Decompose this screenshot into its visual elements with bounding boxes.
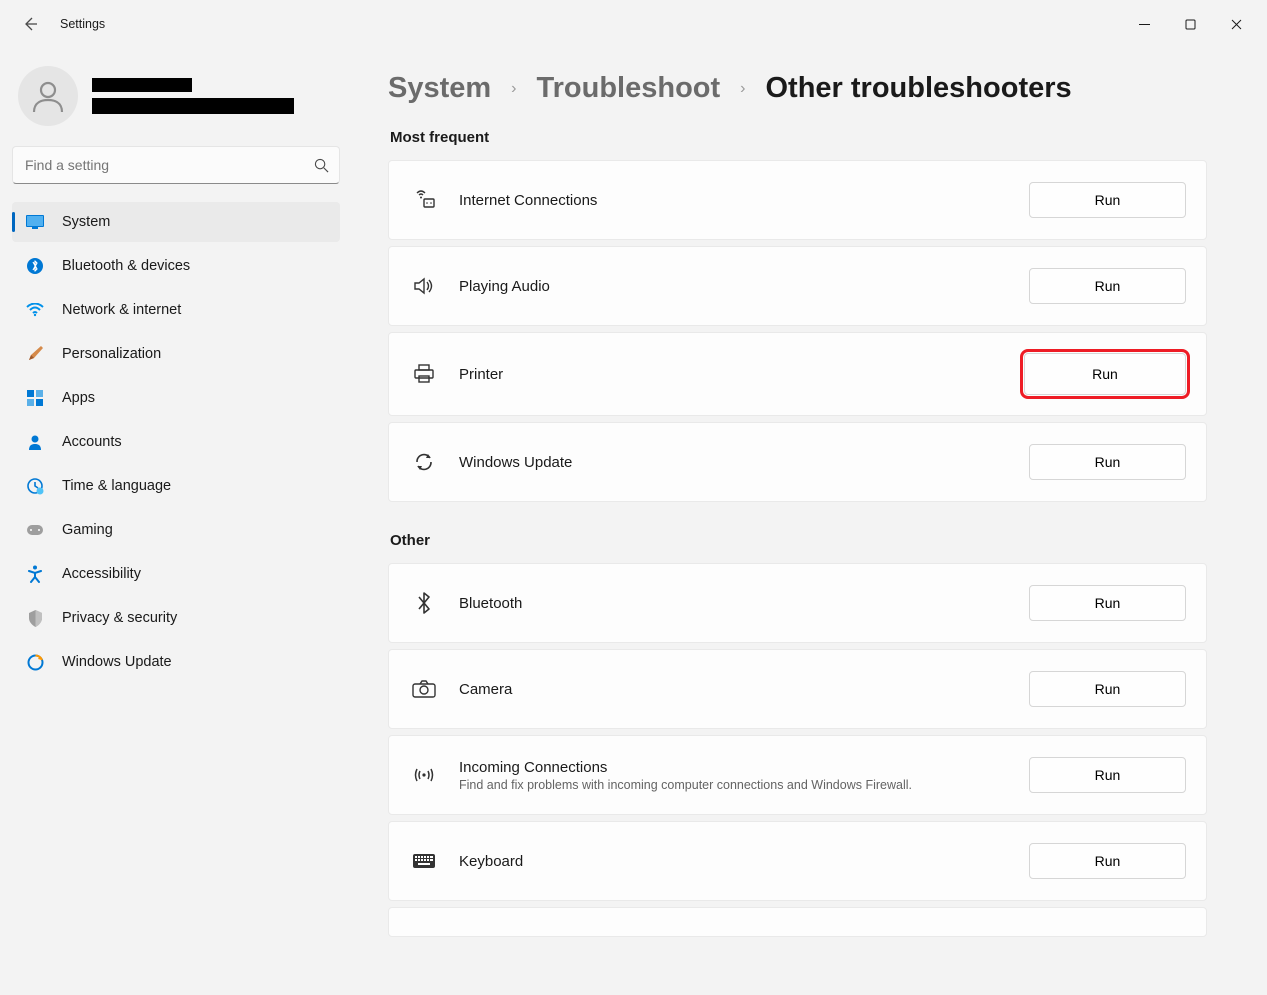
maximize-button[interactable] — [1167, 8, 1213, 40]
display-icon — [26, 213, 44, 231]
nav-label: Privacy & security — [62, 610, 177, 626]
troubleshooter-camera: Camera Run — [388, 649, 1207, 729]
crumb-troubleshoot[interactable]: Troubleshoot — [537, 72, 721, 105]
nav-label: Personalization — [62, 346, 161, 362]
troubleshooter-incoming-connections: Incoming Connections Find and fix proble… — [388, 735, 1207, 815]
nav-label: Accounts — [62, 434, 122, 450]
run-button-camera[interactable]: Run — [1029, 671, 1186, 707]
card-label: Printer — [459, 366, 1024, 383]
troubleshooter-bluetooth: Bluetooth Run — [388, 563, 1207, 643]
profile-text — [92, 78, 294, 114]
search-input[interactable] — [25, 157, 314, 173]
troubleshooter-printer: Printer Run — [388, 332, 1207, 416]
run-button-internet[interactable]: Run — [1029, 182, 1186, 218]
gamepad-icon — [26, 521, 44, 539]
update-icon — [26, 653, 44, 671]
nav-label: Network & internet — [62, 302, 181, 318]
close-button[interactable] — [1213, 8, 1259, 40]
profile[interactable] — [12, 62, 340, 146]
troubleshooter-keyboard: Keyboard Run — [388, 821, 1207, 901]
sync-icon — [409, 452, 439, 472]
paintbrush-icon — [26, 345, 44, 363]
nav-label: Bluetooth & devices — [62, 258, 190, 274]
network-icon — [409, 190, 439, 210]
run-button-windows-update[interactable]: Run — [1029, 444, 1186, 480]
bluetooth-icon — [26, 257, 44, 275]
troubleshooter-internet: Internet Connections Run — [388, 160, 1207, 240]
clock-globe-icon — [26, 477, 44, 495]
nav-time-language[interactable]: Time & language — [12, 466, 340, 506]
nav-windows-update[interactable]: Windows Update — [12, 642, 340, 682]
bluetooth-icon — [409, 592, 439, 614]
titlebar: Settings — [0, 0, 1267, 48]
apps-icon — [26, 389, 44, 407]
window-controls — [1121, 8, 1259, 40]
nav-label: Time & language — [62, 478, 171, 494]
card-label: Camera — [459, 681, 1029, 698]
nav-accounts[interactable]: Accounts — [12, 422, 340, 462]
nav-apps[interactable]: Apps — [12, 378, 340, 418]
run-button-printer[interactable]: Run — [1024, 353, 1186, 395]
card-sub: Find and fix problems with incoming comp… — [459, 778, 1029, 792]
run-button-audio[interactable]: Run — [1029, 268, 1186, 304]
nav-label: Gaming — [62, 522, 113, 538]
back-button[interactable] — [14, 8, 46, 40]
chevron-right-icon: › — [740, 80, 745, 98]
card-label: Playing Audio — [459, 278, 1029, 295]
camera-icon — [409, 680, 439, 698]
troubleshooter-audio: Playing Audio Run — [388, 246, 1207, 326]
run-button-bluetooth[interactable]: Run — [1029, 585, 1186, 621]
sidebar: System Bluetooth & devices Network & int… — [0, 48, 352, 995]
nav-accessibility[interactable]: Accessibility — [12, 554, 340, 594]
run-button-keyboard[interactable]: Run — [1029, 843, 1186, 879]
nav-label: Windows Update — [62, 654, 172, 670]
nav-label: Apps — [62, 390, 95, 406]
wifi-icon — [26, 301, 44, 319]
antenna-icon — [409, 765, 439, 785]
nav-personalization[interactable]: Personalization — [12, 334, 340, 374]
printer-icon — [409, 364, 439, 384]
person-icon — [26, 433, 44, 451]
minimize-button[interactable] — [1121, 8, 1167, 40]
nav-network[interactable]: Network & internet — [12, 290, 340, 330]
card-label: Internet Connections — [459, 192, 1029, 209]
section-most-frequent: Most frequent — [390, 129, 1207, 146]
card-label: Keyboard — [459, 853, 1029, 870]
nav-system[interactable]: System — [12, 202, 340, 242]
keyboard-icon — [409, 853, 439, 869]
avatar — [18, 66, 78, 126]
crumb-system[interactable]: System — [388, 72, 491, 105]
troubleshooter-partial — [388, 907, 1207, 937]
card-label: Windows Update — [459, 454, 1029, 471]
crumb-other-troubleshooters: Other troubleshooters — [766, 72, 1072, 105]
nav-label: Accessibility — [62, 566, 141, 582]
chevron-right-icon: › — [511, 80, 516, 98]
card-label: Incoming Connections — [459, 759, 1029, 776]
breadcrumb: System › Troubleshoot › Other troublesho… — [388, 72, 1207, 105]
nav: System Bluetooth & devices Network & int… — [12, 202, 340, 682]
accessibility-icon — [26, 565, 44, 583]
nav-bluetooth[interactable]: Bluetooth & devices — [12, 246, 340, 286]
nav-privacy[interactable]: Privacy & security — [12, 598, 340, 638]
app-title: Settings — [60, 17, 105, 31]
nav-gaming[interactable]: Gaming — [12, 510, 340, 550]
troubleshooter-windows-update: Windows Update Run — [388, 422, 1207, 502]
section-other: Other — [390, 532, 1207, 549]
search-box[interactable] — [12, 146, 340, 184]
speaker-icon — [409, 277, 439, 295]
main-content: System › Troubleshoot › Other troublesho… — [352, 48, 1267, 995]
search-icon — [314, 158, 329, 173]
nav-label: System — [62, 214, 110, 230]
card-label: Bluetooth — [459, 595, 1029, 612]
shield-icon — [26, 609, 44, 627]
run-button-incoming[interactable]: Run — [1029, 757, 1186, 793]
